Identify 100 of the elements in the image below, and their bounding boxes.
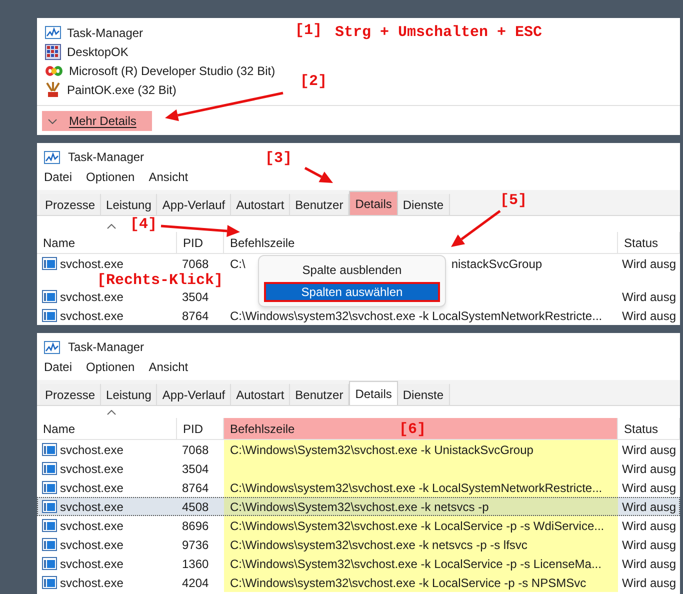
process-name: svchost.exe — [60, 480, 124, 496]
command-line-text: C:\Windows\system32\svchost.exe -k netsvcs -p -s lfsvc — [230, 536, 528, 554]
command-line-text: C:\Windows\System32\svchost.exe -k UnistackSvcGroup — [230, 442, 534, 458]
process-name: svchost.exe — [60, 308, 124, 324]
window-icon — [42, 519, 57, 532]
process-name: svchost.exe — [60, 460, 124, 478]
status-text: Wird ausg — [622, 480, 676, 496]
process-row[interactable]: svchost.exe 8696 C:\Windows\System32\svchost.exe -k LocalService -p -s WdiService... Wird ausg — [37, 516, 680, 535]
status-text: Wird ausg — [622, 442, 676, 458]
pid-text: 9736 — [182, 536, 209, 554]
column-header[interactable]: Status — [618, 418, 680, 439]
app-name[interactable]: Task-Manager — [67, 24, 144, 42]
annotation-label: [1] — [295, 23, 322, 38]
process-name: svchost.exe — [60, 518, 124, 534]
pid-text: 4508 — [182, 498, 209, 516]
column-header[interactable]: Status — [618, 232, 680, 253]
annotation-label: [6] — [399, 422, 426, 437]
chart-window-icon — [45, 26, 61, 39]
process-row[interactable]: svchost.exe 3504 Wird ausg — [37, 459, 680, 478]
column-header[interactable]: Name — [37, 418, 177, 439]
column-header[interactable]: Name — [37, 232, 177, 253]
pid-text: 3504 — [182, 460, 209, 478]
menu-item[interactable]: Datei — [44, 358, 72, 376]
shortcut-annotation: Strg + Umschalten + ESC — [335, 25, 542, 40]
process-row[interactable]: svchost.exe 4508 C:\Windows\System32\svchost.exe -k netsvcs -p Wird ausg — [37, 497, 680, 516]
sort-caret-icon — [107, 410, 116, 415]
command-line-text: C:\Windows\system32\svchost.exe -k LocalSystemNetworkRestricte... — [230, 480, 602, 496]
grid-icon — [45, 44, 61, 60]
context-menu-item[interactable]: Spalte ausblenden — [264, 260, 440, 280]
status-text: Wird ausg — [622, 256, 676, 272]
window-icon — [42, 443, 57, 456]
command-line-text: C:\ — [230, 256, 246, 272]
more-details-button[interactable]: Mehr Details — [42, 111, 152, 131]
window-icon — [42, 462, 57, 475]
window-icon — [42, 481, 57, 494]
process-row[interactable]: svchost.exe 7068 C:\Windows\System32\svchost.exe -k UnistackSvcGroup Wird ausg — [37, 440, 680, 459]
process-name: svchost.exe — [60, 442, 124, 458]
window-title: Task-Manager — [68, 149, 144, 166]
menu-item[interactable]: Ansicht — [148, 358, 188, 376]
window-icon — [42, 500, 57, 513]
process-name: svchost.exe — [60, 536, 124, 554]
window-icon — [42, 257, 57, 270]
infinity-icon — [45, 64, 63, 78]
app-name[interactable]: Microsoft (R) Developer Studio (32 Bit) — [69, 62, 276, 80]
status-text: Wird ausg — [622, 536, 676, 554]
pid-text: 8764 — [182, 308, 209, 324]
status-text: Wird ausg — [622, 556, 676, 572]
status-text: Wird ausg — [622, 288, 676, 306]
pid-text: 7068 — [182, 256, 209, 272]
process-row[interactable]: svchost.exe 8764 C:\Windows\system32\svchost.exe -k LocalSystemNetworkRestricte... Wird ausg — [37, 478, 680, 497]
pid-text: 7068 — [182, 442, 209, 458]
process-row[interactable]: svchost.exe 9736 C:\Windows\system32\svchost.exe -k netsvcs -p -s lfsvc Wird ausg — [37, 535, 680, 554]
window-icon — [42, 557, 57, 570]
tab[interactable]: Details — [349, 381, 398, 405]
status-text: Wird ausg — [622, 518, 676, 534]
menu-item[interactable]: Ansicht — [148, 168, 188, 186]
pid-text: 3504 — [182, 288, 209, 306]
brush-icon — [45, 82, 61, 98]
menu-item[interactable]: Optionen — [86, 358, 135, 376]
process-name: svchost.exe — [60, 556, 124, 572]
menu-item[interactable]: Datei — [44, 168, 72, 186]
status-text: Wird ausg — [622, 574, 676, 592]
annotation-label: [4] — [130, 217, 158, 232]
command-line-text: C:\Windows\system32\svchost.exe -k LocalSystemNetworkRestricte... — [230, 308, 602, 324]
menu-item[interactable]: Optionen — [86, 168, 135, 186]
sort-caret-icon — [107, 224, 116, 229]
column-header[interactable]: PID — [177, 232, 224, 253]
pid-text: 8764 — [182, 480, 209, 496]
pid-text: 4204 — [182, 574, 209, 592]
chevron-down-icon — [48, 118, 57, 124]
process-row[interactable]: svchost.exe 4204 C:\Windows\system32\svchost.exe -k LocalService -p -s NPSMSvc Wird ausg — [37, 573, 680, 592]
command-line-text: nistackSvcGroup — [451, 256, 542, 272]
status-text: Wird ausg — [622, 460, 676, 478]
chart-window-icon — [44, 150, 60, 164]
app-name[interactable]: DesktopOK — [67, 42, 128, 60]
status-text: Wird ausg — [622, 308, 676, 324]
process-name: svchost.exe — [60, 574, 124, 592]
context-menu-item[interactable]: Spalten auswählen — [264, 282, 440, 302]
command-line-text: C:\Windows\System32\svchost.exe -k LocalService -p -s LicenseMa... — [230, 556, 602, 572]
process-name: svchost.exe — [60, 498, 124, 516]
process-name: svchost.exe — [60, 256, 124, 272]
window-icon — [42, 290, 57, 303]
process-row[interactable]: svchost.exe 1360 C:\Windows\System32\svchost.exe -k LocalService -p -s LicenseMa... Wird ausg — [37, 554, 680, 573]
annotation-label: [5] — [500, 193, 528, 208]
tab[interactable]: Details — [349, 191, 398, 215]
arrow — [304, 166, 333, 183]
annotation-label: [Rechts-Klick] — [97, 273, 224, 288]
pid-text: 1360 — [182, 556, 209, 572]
status-text: Wird ausg — [622, 498, 676, 516]
annotation-label: [3] — [265, 151, 292, 166]
app-name[interactable]: PaintOK.exe (32 Bit) — [67, 80, 176, 98]
process-name: svchost.exe — [60, 288, 124, 306]
annotation-label: [2] — [300, 74, 328, 89]
window-icon — [42, 576, 57, 589]
command-line-text: C:\Windows\System32\svchost.exe -k LocalService -p -s WdiService... — [230, 518, 604, 534]
window-icon — [42, 309, 57, 322]
command-line-text: C:\Windows\System32\svchost.exe -k netsvcs -p — [230, 498, 489, 516]
window-title: Task-Manager — [68, 339, 144, 356]
pid-text: 8696 — [182, 518, 209, 534]
window-icon — [42, 538, 57, 551]
